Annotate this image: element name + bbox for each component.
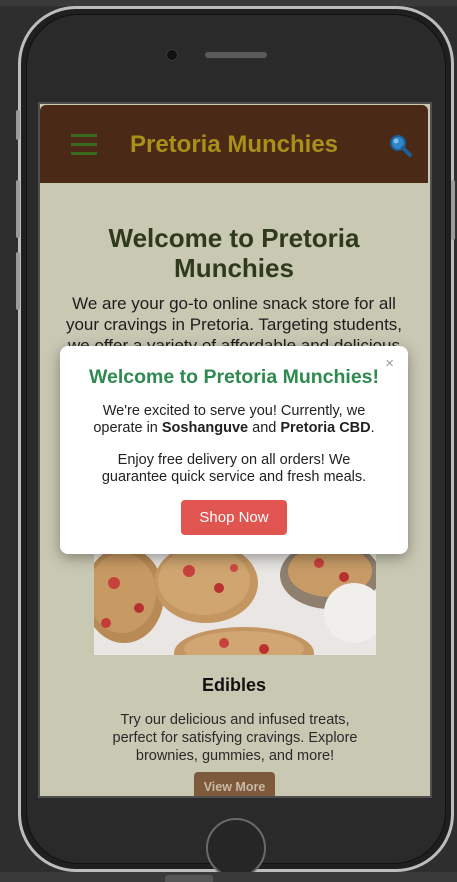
- phone-mute-switch: [16, 110, 20, 140]
- product-description: Try our delicious and infused treats, pe…: [112, 712, 358, 764]
- earpiece-speaker: [205, 52, 267, 58]
- front-camera: [166, 49, 178, 61]
- phone-volume-down: [16, 252, 20, 310]
- location-soshanguve: Soshanguve: [161, 420, 249, 436]
- bottom-strip: [0, 872, 457, 882]
- modal-delivery-text: Enjoy free delivery on all orders! We gu…: [101, 452, 367, 485]
- modal-text-end: .: [370, 420, 375, 436]
- modal-text-and: and: [248, 420, 281, 436]
- modal-locations-text: We're excited to serve you! Currently, w…: [84, 403, 384, 437]
- welcome-modal: × Welcome to Pretoria Munchies! We're ex…: [60, 346, 408, 554]
- product-image-muffins: [94, 553, 376, 655]
- location-pretoria-cbd: Pretoria CBD: [280, 420, 371, 436]
- shop-now-button[interactable]: Shop Now: [181, 500, 287, 535]
- phone-power-button: [451, 180, 455, 240]
- site-title: Pretoria Munchies: [129, 131, 339, 158]
- search-icon[interactable]: [388, 133, 414, 159]
- view-more-button[interactable]: View More: [194, 772, 275, 798]
- hero-title: Welcome to Pretoria Munchies: [108, 223, 360, 283]
- bottom-tab-nub: [165, 875, 213, 882]
- modal-title: Welcome to Pretoria Munchies!: [88, 366, 380, 388]
- home-button[interactable]: [206, 818, 266, 878]
- phone-volume-up: [16, 180, 20, 238]
- site-header: Pretoria Munchies: [40, 105, 428, 183]
- product-name: Edibles: [201, 675, 267, 695]
